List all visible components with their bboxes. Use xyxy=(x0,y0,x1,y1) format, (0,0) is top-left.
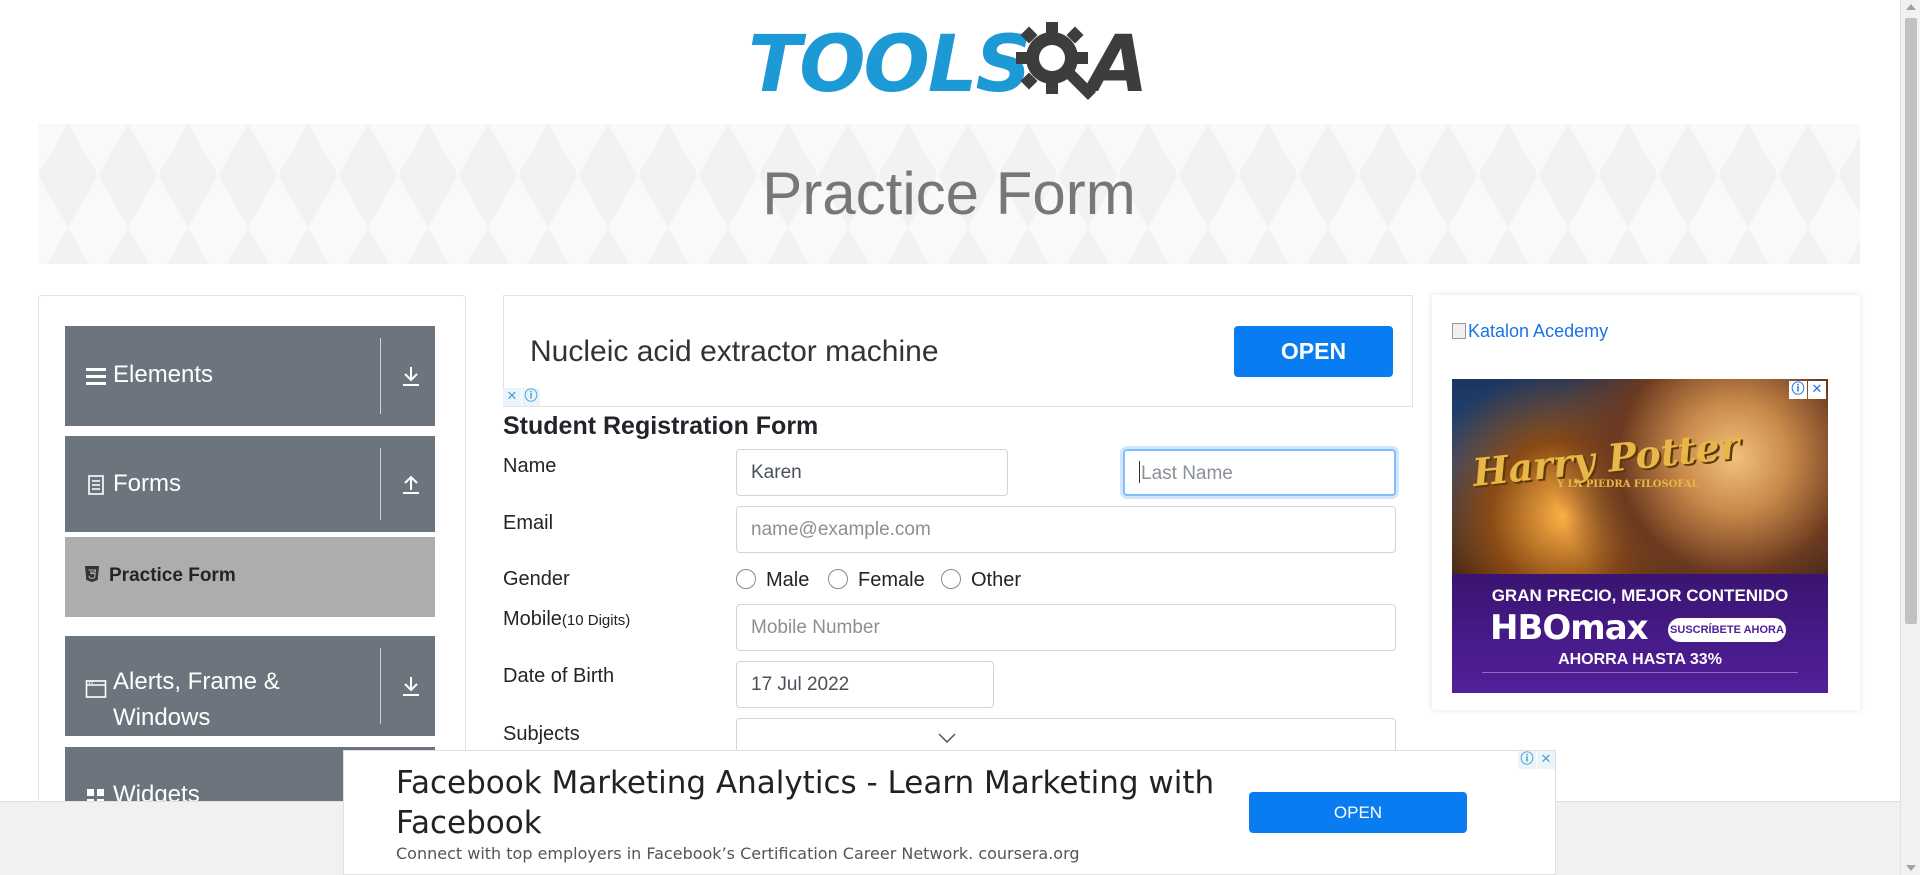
window-icon xyxy=(85,680,107,698)
download-arrow-icon xyxy=(403,367,419,386)
ad-title: Nucleic acid extractor machine xyxy=(530,335,939,368)
ad-title: Facebook Marketing Analytics - Learn Mar… xyxy=(396,765,1215,841)
scroll-down-arrow-icon[interactable] xyxy=(1906,865,1916,871)
download-arrow-icon xyxy=(403,677,419,696)
logo-suffix: A xyxy=(1088,20,1149,110)
sidebar-group-forms[interactable]: Forms xyxy=(65,436,435,532)
broken-image-icon xyxy=(1452,323,1466,339)
gear-magnifier-icon xyxy=(1016,22,1096,100)
radio-label: Other xyxy=(971,569,1022,591)
document-icon xyxy=(88,475,104,495)
ad-info-icon[interactable]: ⓘ xyxy=(522,388,540,406)
mobile-hint: (10 Digits) xyxy=(561,612,631,629)
radio-label: Male xyxy=(766,569,810,591)
poster-promo: GRAN PRECIO, MEJOR CONTENIDO HBOmax SUSC… xyxy=(1452,574,1828,693)
vertical-scrollbar[interactable] xyxy=(1900,0,1920,875)
ad-open-button[interactable]: OPEN xyxy=(1234,326,1393,377)
fine-print xyxy=(1482,672,1798,684)
logo-wordmark: TOOLS xyxy=(748,20,1032,110)
promo-discount: AHORRA HASTA 33% xyxy=(1558,651,1722,668)
radio-label: Female xyxy=(858,569,925,591)
name-label: Name xyxy=(503,455,557,477)
divider xyxy=(380,648,381,724)
chevron-down-icon xyxy=(938,733,956,743)
subjects-label: Subjects xyxy=(503,723,580,745)
sidebar-item-label: Practice Form xyxy=(109,565,236,586)
toolsqa-logo[interactable]: TOOLS A xyxy=(748,18,1158,114)
subjects-field[interactable] xyxy=(736,718,1396,750)
form-title: Student Registration Form xyxy=(503,412,819,440)
ad-info-icon[interactable]: ⓘ xyxy=(1518,751,1536,769)
first-name-field[interactable]: Karen xyxy=(736,449,1008,496)
ad-subtitle: Connect with top employers in Facebook’s… xyxy=(396,844,1080,863)
sidebar-group-label: Elements xyxy=(113,361,214,388)
sidebar: Elements Forms Practice Form Alerts, Fra… xyxy=(38,295,466,815)
mobile-number-field[interactable]: Mobile Number xyxy=(736,604,1396,651)
sidebar-group-label: Alerts, Frame & Windows xyxy=(113,668,280,731)
upload-arrow-icon xyxy=(403,475,419,494)
radio-button[interactable] xyxy=(941,569,961,589)
poster-artwork: Harry Potter Y LA PIEDRA FILOSOFAL xyxy=(1452,379,1828,574)
hbomax-ad-image[interactable]: Harry Potter Y LA PIEDRA FILOSOFAL GRAN … xyxy=(1452,379,1828,693)
ad-controls: ⓘ ✕ xyxy=(1788,381,1826,399)
page-title: Practice Form xyxy=(762,160,1136,227)
ad-controls: ⓘ ✕ xyxy=(1517,751,1555,769)
promo-headline: GRAN PRECIO, MEJOR CONTENIDO xyxy=(1491,586,1789,605)
html5-icon xyxy=(85,566,99,582)
text-caret xyxy=(1139,461,1140,483)
email-field[interactable]: name@example.com xyxy=(736,506,1396,553)
divider xyxy=(380,338,381,414)
ad-close-icon[interactable]: ✕ xyxy=(1808,381,1826,399)
ad-banner-bottom[interactable]: Facebook Marketing Analytics - Learn Mar… xyxy=(343,750,1556,875)
scroll-up-arrow-icon[interactable] xyxy=(1906,4,1916,10)
email-label: Email xyxy=(503,512,554,534)
poster-subtitle: Y LA PIEDRA FILOSOFAL xyxy=(1557,479,1699,490)
page-banner: Practice Form xyxy=(38,124,1860,264)
radio-button[interactable] xyxy=(828,569,848,589)
subscribe-button[interactable]: SUSCRÍBETE AHORA xyxy=(1668,618,1786,642)
ad-sidebar-right[interactable]: Katalon Acedemy Harry Potter Y LA PIEDRA… xyxy=(1432,295,1860,710)
gender-label: Gender xyxy=(503,568,570,590)
last-name-placeholder: Last Name xyxy=(1141,463,1233,484)
scroll-thumb[interactable] xyxy=(1905,18,1917,624)
sidebar-group-label: Forms xyxy=(113,470,181,497)
ad-open-button[interactable]: OPEN xyxy=(1249,792,1467,833)
sidebar-group-alerts[interactable]: Alerts, Frame & Windows xyxy=(65,636,435,736)
ad-close-icon[interactable]: ✕ xyxy=(1537,751,1555,769)
dob-label: Date of Birth xyxy=(503,665,615,687)
mobile-label: Mobile(10 Digits) xyxy=(503,605,630,635)
divider xyxy=(380,448,381,520)
sidebar-item-practice-form[interactable]: Practice Form xyxy=(65,537,435,617)
katalon-academy-link[interactable]: Katalon Acedemy xyxy=(1452,319,1608,343)
mobile-label-text: Mobile xyxy=(503,608,562,630)
hbomax-logo: HBOmax xyxy=(1490,608,1649,648)
sidebar-group-elements[interactable]: Elements xyxy=(65,326,435,426)
ad-info-icon[interactable]: ⓘ xyxy=(1789,381,1807,399)
menu-icon xyxy=(86,368,106,385)
katalon-link-text: Katalon Acedemy xyxy=(1468,321,1609,341)
ad-controls: ✕ ⓘ xyxy=(503,388,541,406)
radio-button[interactable] xyxy=(736,569,756,589)
ad-banner-top[interactable]: Nucleic acid extractor machine OPEN xyxy=(503,295,1413,407)
last-name-field[interactable]: Last Name xyxy=(1123,449,1396,496)
date-of-birth-field[interactable]: 17 Jul 2022 xyxy=(736,661,994,708)
ad-close-icon[interactable]: ✕ xyxy=(503,388,521,406)
